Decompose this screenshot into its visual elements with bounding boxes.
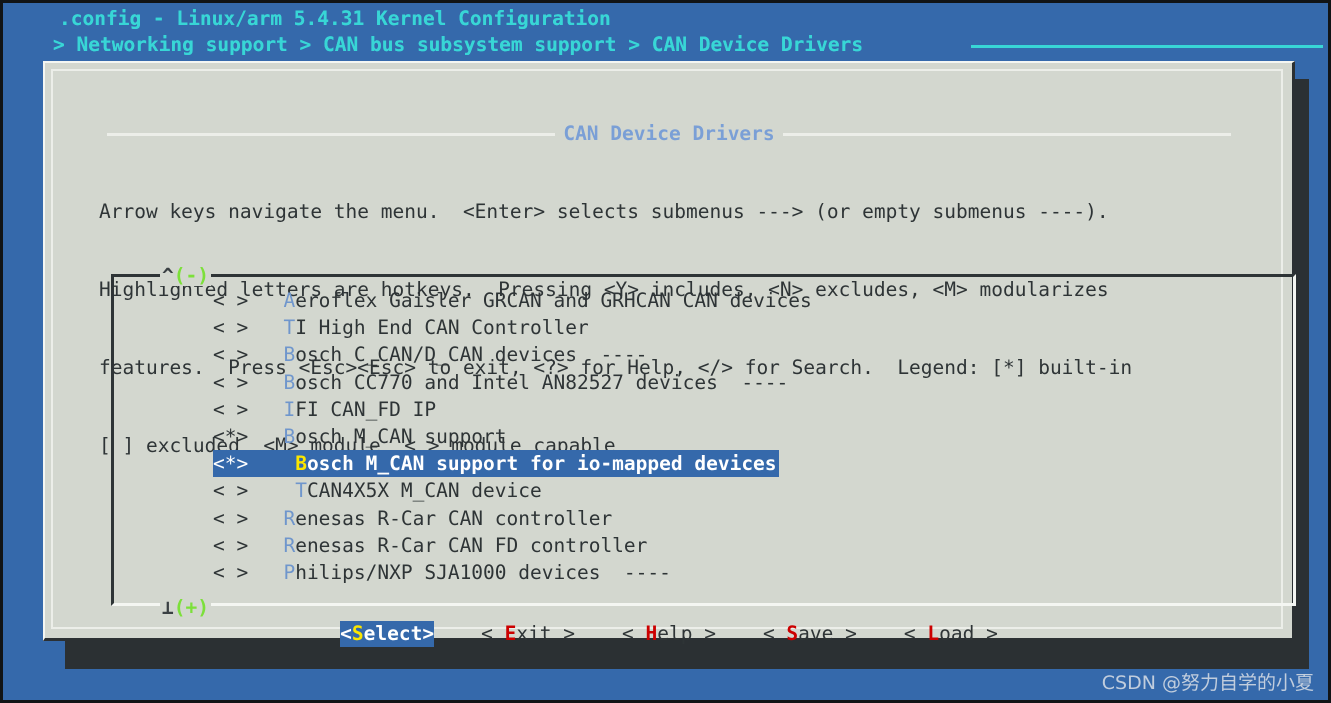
button-elp[interactable]: < Help > (622, 621, 716, 647)
button-open-bracket: < (903, 622, 928, 645)
menu-item-hotkey: B (283, 343, 296, 367)
button-open-bracket: < (340, 622, 352, 645)
dialog-title: CAN Device Drivers (563, 122, 775, 145)
dialog-title-rule-right (782, 132, 1231, 136)
menu-item-label: hilips/NXP SJA1000 devices ---- (295, 560, 671, 584)
button-label: elp (657, 622, 693, 645)
button-hotkey: S (351, 622, 364, 645)
help-line-1: Arrow keys navigate the menu. <Enter> se… (99, 200, 1109, 223)
menu-item[interactable]: < > Philips/NXP SJA1000 devices ---- (213, 559, 673, 586)
csdn-watermark: CSDN @努力自学的小夏 (1101, 672, 1314, 694)
button-gap (857, 622, 904, 645)
button-gap (716, 622, 763, 645)
menu-item[interactable]: < > IFI CAN_FD IP (213, 396, 438, 423)
menu-item[interactable]: <*> Bosch M_CAN support (213, 423, 509, 450)
button-close-bracket: > (422, 622, 435, 645)
button-label: xit (516, 622, 552, 645)
menu-item-state: < > (213, 370, 284, 394)
menu-item-hotkey: T (295, 479, 307, 503)
menu-item-list: < > Aeroflex Gaisler GRCAN and GRHCAN CA… (213, 287, 814, 586)
button-hotkey: E (504, 622, 517, 645)
menu-item-state: < > (213, 316, 284, 340)
menu-item[interactable]: < > Renesas R-Car CAN controller (213, 505, 614, 532)
menu-item[interactable]: < > Aeroflex Gaisler GRCAN and GRHCAN CA… (213, 287, 814, 314)
scroll-paren-glyph: (-) (173, 264, 209, 287)
button-open-bracket: < (622, 622, 646, 645)
menu-item-state: < > (213, 289, 284, 312)
menu-item-state: < > (213, 533, 284, 557)
button-label: oad (939, 622, 975, 645)
button-close-bracket: > (974, 622, 998, 645)
button-ave[interactable]: < Save > (763, 621, 857, 647)
menu-item-state: < > (213, 397, 284, 421)
button-gap (434, 622, 481, 645)
button-hotkey: L (927, 622, 940, 645)
menu-item-label: I High End CAN Controller (295, 316, 589, 340)
button-open-bracket: < (481, 622, 505, 645)
button-label: elect (363, 622, 423, 645)
terminal-screen: .config - Linux/arm 5.4.31 Kernel Config… (0, 0, 1331, 703)
button-open-bracket: < (762, 622, 787, 645)
menu-item-hotkey: R (283, 533, 296, 557)
dialog-button-bar: <Select> < Exit > < Help > < Save > < Lo… (43, 621, 1295, 647)
menu-item-hotkey: P (283, 560, 296, 584)
menu-item[interactable]: < > Bosch C_CAN/D_CAN devices ---- (213, 341, 649, 368)
scroll-down-indicator[interactable]: ⊥(+) (160, 598, 211, 618)
menu-item-state: <*> (213, 452, 296, 476)
menu-item-hotkey: B (283, 370, 296, 394)
menu-item-state: < > (213, 479, 296, 503)
menu-item-label: enesas R-Car CAN FD controller (295, 533, 648, 557)
button-gap (575, 622, 622, 645)
menu-item-state: < > (213, 343, 284, 367)
menu-item-label: osch C_CAN/D_CAN devices ---- (295, 343, 648, 367)
dialog-title-bar: CAN Device Drivers (43, 123, 1295, 145)
menu-item-hotkey: T (283, 316, 296, 340)
menu-item-label: enesas R-Car CAN controller (295, 506, 613, 530)
button-hotkey: H (645, 622, 658, 645)
menu-item-hotkey: A (283, 289, 296, 312)
kernel-config-title: .config - Linux/arm 5.4.31 Kernel Config… (59, 7, 611, 30)
button-xit[interactable]: < Exit > (481, 621, 575, 647)
button-elect[interactable]: <Select> (340, 621, 435, 647)
menu-item-hotkey: B (295, 452, 307, 476)
button-close-bracket: > (692, 622, 716, 645)
scroll-arrow-glyph: ⊥ (162, 596, 174, 619)
button-oad[interactable]: < Load > (904, 621, 998, 647)
menu-item-label: osch M_CAN support for io-mapped devices (306, 452, 777, 476)
button-label: ave (798, 622, 834, 645)
scroll-paren-glyph: (+) (173, 596, 209, 619)
scroll-up-indicator[interactable]: ^(-) (160, 266, 211, 286)
menu-item-state: < > (213, 506, 284, 530)
can-device-drivers-dialog: CAN Device Drivers Arrow keys navigate t… (43, 61, 1296, 647)
menu-item[interactable]: < > Renesas R-Car CAN FD controller (213, 532, 649, 559)
menu-item-state: <*> (213, 424, 284, 448)
dialog-title-rule-left (107, 132, 556, 136)
menu-item-hotkey: B (283, 424, 296, 448)
menu-item-label: FI CAN_FD IP (295, 397, 437, 421)
menu-item-label: osch CC770 and Intel AN82527 devices ---… (295, 370, 789, 394)
menu-item-hotkey: I (283, 397, 296, 421)
menu-item-state: < > (213, 560, 284, 584)
scroll-arrow-glyph: ^ (162, 264, 174, 287)
breadcrumb-rule (971, 45, 1323, 48)
menu-item-label: eroflex Gaisler GRCAN and GRHCAN CAN dev… (295, 289, 812, 312)
menu-item[interactable]: <*> Bosch M_CAN support for io-mapped de… (213, 450, 779, 478)
menu-item[interactable]: < > TCAN4X5X M_CAN device (213, 477, 544, 504)
menu-item[interactable]: < > Bosch CC770 and Intel AN82527 device… (213, 369, 790, 396)
button-close-bracket: > (833, 622, 857, 645)
menu-item[interactable]: < > TI High End CAN Controller (213, 314, 591, 341)
button-close-bracket: > (551, 622, 576, 645)
menu-item-label: osch M_CAN support (295, 424, 507, 448)
button-hotkey: S (786, 622, 799, 645)
menu-item-label: CAN4X5X M_CAN device (306, 479, 542, 503)
menu-item-hotkey: R (283, 506, 296, 530)
